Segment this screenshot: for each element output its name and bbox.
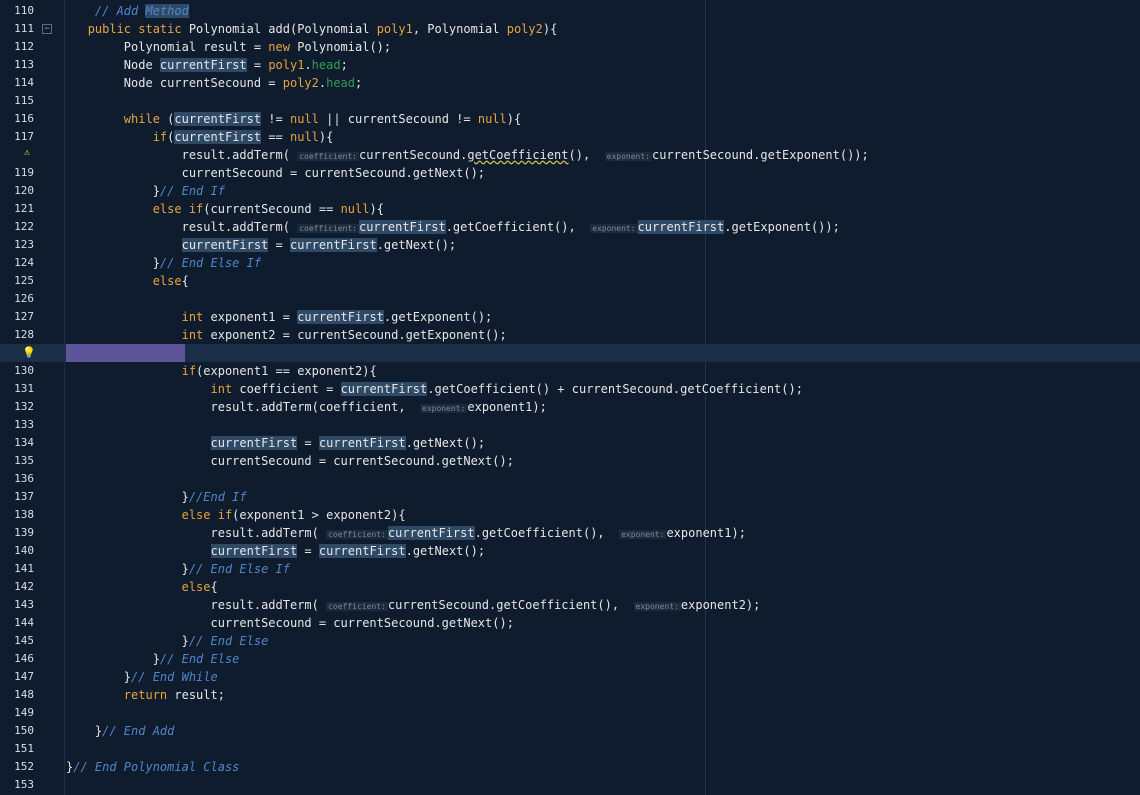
line-number: 141 — [14, 562, 34, 575]
code-line[interactable]: 139 result.addTerm( coefficient: currentF… — [0, 524, 1140, 542]
code-line[interactable]: 140 currentFirst = currentFirst.getNext(… — [0, 542, 1140, 560]
line-number: 151 — [14, 742, 34, 755]
code-line[interactable]: 117 if(currentFirst == null){ — [0, 128, 1140, 146]
line-number: 123 — [14, 238, 34, 251]
code-line[interactable]: 130 if(exponent1 == exponent2){ — [0, 362, 1140, 380]
line-number: 139 — [14, 526, 34, 539]
code-line[interactable]: 136 — [0, 470, 1140, 488]
code-line[interactable]: ⚠ result.addTerm( coefficient: currentSec… — [0, 146, 1140, 164]
code-line[interactable]: 134 currentFirst = currentFirst.getNext(… — [0, 434, 1140, 452]
line-number: 124 — [14, 256, 34, 269]
code-line[interactable]: 119 currentSecound = currentSecound.getN… — [0, 164, 1140, 182]
line-number: 145 — [14, 634, 34, 647]
code-line[interactable]: 135 currentSecound = currentSecound.getN… — [0, 452, 1140, 470]
code-line[interactable]: 122 result.addTerm( coefficient: currentF… — [0, 218, 1140, 236]
code-line[interactable]: 145 }// End Else — [0, 632, 1140, 650]
code-line[interactable]: 125 else{ — [0, 272, 1140, 290]
code-line[interactable]: 131 int coefficient = currentFirst.getCo… — [0, 380, 1140, 398]
indent-selection — [66, 344, 185, 362]
code-line[interactable]: 110 // Add Method — [0, 2, 1140, 20]
line-number: 125 — [14, 274, 34, 287]
code-line[interactable]: 133 — [0, 416, 1140, 434]
line-number: 142 — [14, 580, 34, 593]
line-number: 126 — [14, 292, 34, 305]
code-line[interactable]: 149 — [0, 704, 1140, 722]
code-line[interactable]: 138 else if(exponent1 > exponent2){ — [0, 506, 1140, 524]
code-line[interactable]: 115 — [0, 92, 1140, 110]
line-number: 121 — [14, 202, 34, 215]
code-line[interactable]: 142 else{ — [0, 578, 1140, 596]
line-number: 137 — [14, 490, 34, 503]
line-number: 112 — [14, 40, 34, 53]
line-number: 113 — [14, 58, 34, 71]
line-number: 128 — [14, 328, 34, 341]
code-line[interactable]: 151 — [0, 740, 1140, 758]
code-line[interactable]: 152 }// End Polynomial Class — [0, 758, 1140, 776]
line-number: 149 — [14, 706, 34, 719]
line-number: 132 — [14, 400, 34, 413]
code-line[interactable]: 112 Polynomial result = new Polynomial()… — [0, 38, 1140, 56]
line-number: 140 — [14, 544, 34, 557]
code-line[interactable]: 126 — [0, 290, 1140, 308]
line-number: 153 — [14, 778, 34, 791]
line-number: 119 — [14, 166, 34, 179]
line-number: 127 — [14, 310, 34, 323]
lightbulb-icon[interactable]: 💡 — [22, 346, 36, 360]
code-line[interactable]: 114 Node currentSecound = poly2.head; — [0, 74, 1140, 92]
line-number: 122 — [14, 220, 34, 233]
line-number: 147 — [14, 670, 34, 683]
code-line[interactable]: 123 currentFirst = currentFirst.getNext(… — [0, 236, 1140, 254]
current-code-line[interactable]: 💡 — [0, 344, 1140, 362]
warning-bulb-icon[interactable]: ⚠ — [24, 147, 34, 161]
code-line[interactable]: 127 int exponent1 = currentFirst.getExpo… — [0, 308, 1140, 326]
line-number: 131 — [14, 382, 34, 395]
code-line[interactable]: 153 — [0, 776, 1140, 794]
line-number: 114 — [14, 76, 34, 89]
line-number: 134 — [14, 436, 34, 449]
code-line[interactable]: 137 }//End If — [0, 488, 1140, 506]
line-number: 117 — [14, 130, 34, 143]
line-number: 110 — [14, 4, 34, 17]
line-number: 138 — [14, 508, 34, 521]
code-line[interactable]: 147 }// End While — [0, 668, 1140, 686]
code-line[interactable]: 150 }// End Add — [0, 722, 1140, 740]
line-number: 135 — [14, 454, 34, 467]
line-number: 150 — [14, 724, 34, 737]
code-line[interactable]: 132 result.addTerm(coefficient, exponent… — [0, 398, 1140, 416]
line-number: 136 — [14, 472, 34, 485]
line-number: 146 — [14, 652, 34, 665]
code-line[interactable]: 121 else if(currentSecound == null){ — [0, 200, 1140, 218]
code-line[interactable]: 144 currentSecound = currentSecound.getN… — [0, 614, 1140, 632]
code-line[interactable]: 146 }// End Else — [0, 650, 1140, 668]
code-line[interactable]: 128 int exponent2 = currentSecound.getEx… — [0, 326, 1140, 344]
line-number: 120 — [14, 184, 34, 197]
line-number: 133 — [14, 418, 34, 431]
line-number: 115 — [14, 94, 34, 107]
line-number: 130 — [14, 364, 34, 377]
code-line[interactable]: 143 result.addTerm( coefficient: currentS… — [0, 596, 1140, 614]
code-line[interactable]: 111 − public static Polynomial add(Polyn… — [0, 20, 1140, 38]
line-number: 148 — [14, 688, 34, 701]
code-line[interactable]: 124 }// End Else If — [0, 254, 1140, 272]
code-line[interactable]: 113 Node currentFirst = poly1.head; — [0, 56, 1140, 74]
code-line[interactable]: 120 }// End If — [0, 182, 1140, 200]
line-number: 144 — [14, 616, 34, 629]
line-number: 152 — [14, 760, 34, 773]
code-line[interactable]: 116 while (currentFirst != null || curre… — [0, 110, 1140, 128]
code-line[interactable]: 148 return result; — [0, 686, 1140, 704]
code-line[interactable]: 141 }// End Else If — [0, 560, 1140, 578]
fold-minus-icon[interactable]: − — [42, 24, 52, 34]
line-number: 111 — [14, 22, 34, 35]
line-number: 143 — [14, 598, 34, 611]
line-number: 116 — [14, 112, 34, 125]
